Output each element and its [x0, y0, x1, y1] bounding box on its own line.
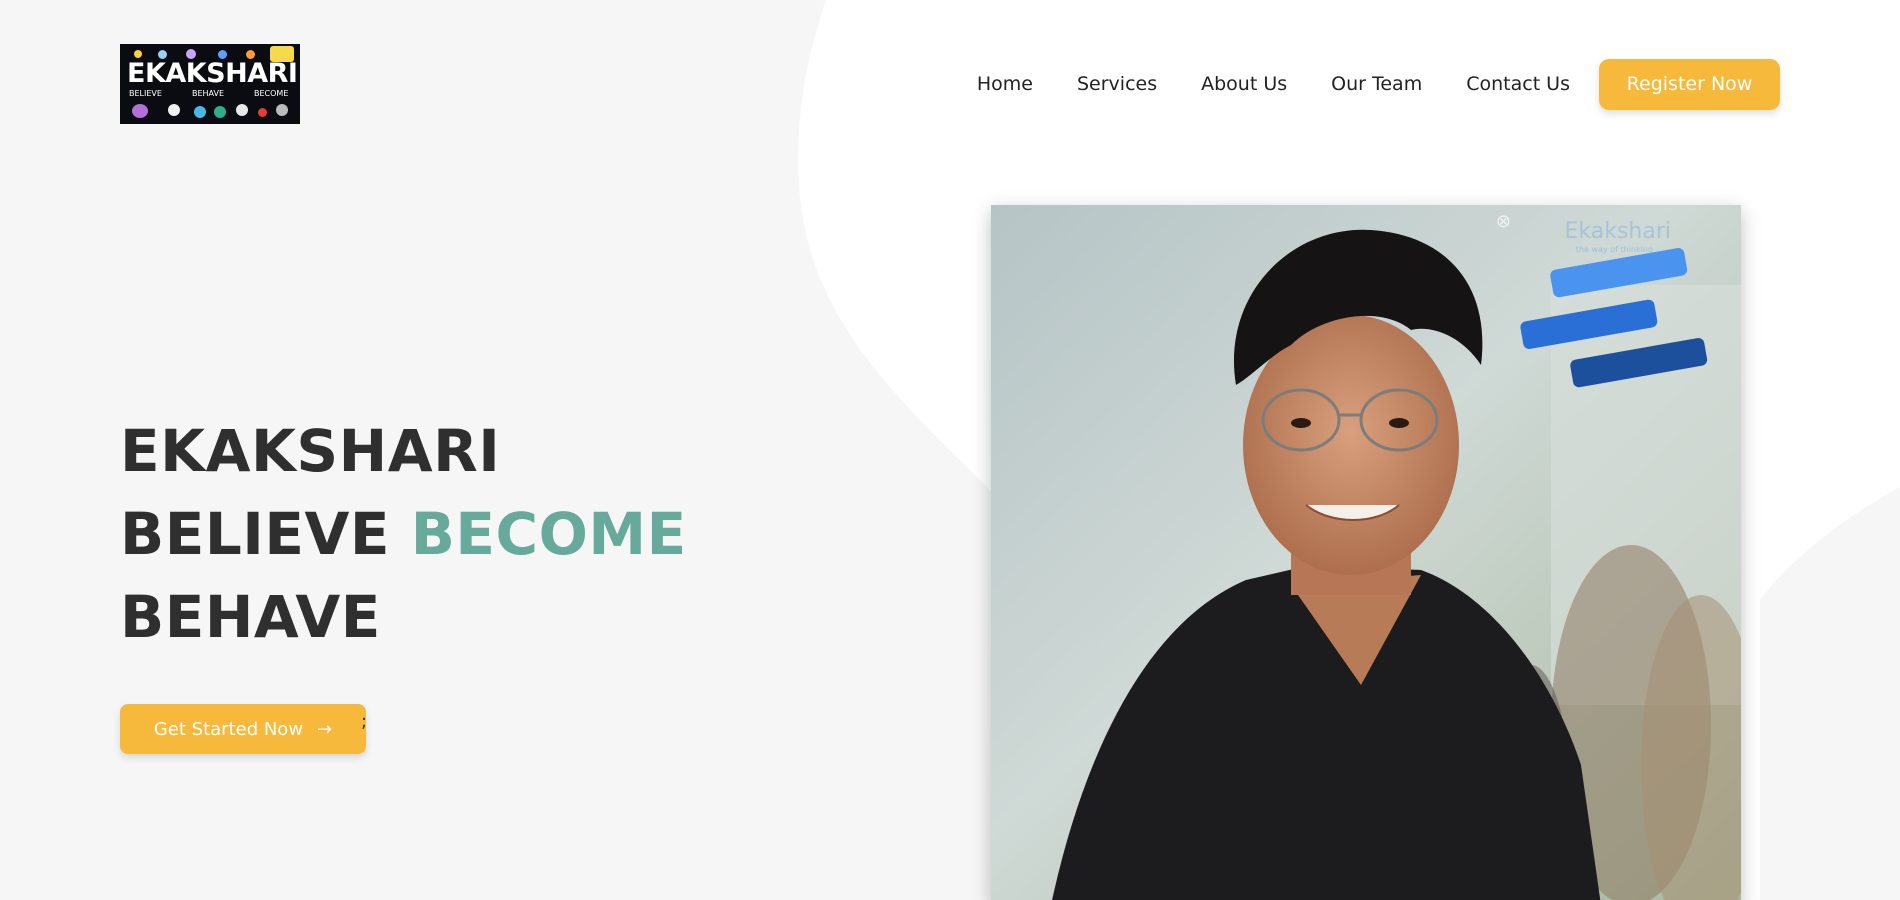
hero-line-2a: BELIEVE	[120, 500, 390, 568]
logo-tagline: BEHAVE	[192, 89, 225, 98]
nav-about-us[interactable]: About Us	[1201, 73, 1287, 95]
earth-icon	[214, 106, 226, 118]
logo-tagline: BELIEVE	[129, 89, 162, 98]
nav-our-team[interactable]: Our Team	[1331, 73, 1422, 95]
arrow-right-icon: →	[317, 718, 333, 740]
astronaut-icon	[168, 104, 180, 116]
nav-home[interactable]: Home	[977, 73, 1033, 95]
nav-services[interactable]: Services	[1077, 73, 1157, 95]
logo[interactable]: EKAKSHARI BELIEVE BEHAVE BECOME	[120, 44, 300, 124]
hero-line-1: EKAKSHARI	[120, 417, 501, 485]
logo-tagline: BECOME	[254, 89, 289, 98]
register-now-button[interactable]: Register Now	[1599, 58, 1780, 110]
close-icon: ⊗	[1495, 211, 1511, 232]
nav-contact-us[interactable]: Contact Us	[1466, 73, 1570, 95]
photo-watermark: Ekakshari	[1564, 219, 1671, 244]
logo-title: EKAKSHARI	[127, 58, 298, 89]
get-started-button[interactable]: Get Started Now →	[120, 704, 366, 754]
stray-character: ;	[361, 711, 368, 732]
mars-icon	[258, 108, 267, 117]
planet-icon	[132, 104, 148, 118]
get-started-label: Get Started Now	[153, 718, 304, 740]
portrait-image	[991, 205, 1741, 900]
site-header: EKAKSHARI BELIEVE BEHAVE BECOME Home Ser…	[0, 0, 1900, 170]
hero-photo: ⊗ Ekakshari the way of thinking	[991, 205, 1741, 900]
photo-watermark-sub: the way of thinking	[1575, 245, 1653, 254]
hero-line-3: BEHAVE	[120, 583, 381, 651]
astronaut-icon	[236, 104, 248, 116]
hero-title: EKAKSHARI BELIEVE BECOME BEHAVE	[120, 410, 687, 659]
main-nav: Home Services About Us Our Team Contact …	[977, 58, 1780, 110]
hero-accent-word: BECOME	[410, 500, 687, 568]
bulb-icon	[134, 50, 142, 58]
planet-icon	[194, 106, 206, 118]
satellite-icon	[276, 104, 288, 116]
